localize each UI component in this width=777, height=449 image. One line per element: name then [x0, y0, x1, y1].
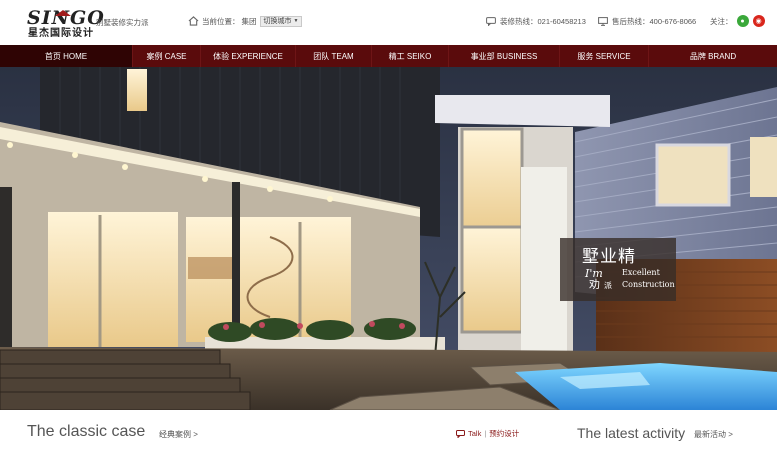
- latest-activity-more-link[interactable]: 最新活动 >: [694, 429, 733, 440]
- hero-banner[interactable]: 墅业精 I'm 劝 派 Excellent Construction: [0, 67, 777, 410]
- latest-activity-title: The latest activity: [577, 425, 686, 441]
- badge-title: 墅业精: [582, 247, 636, 267]
- follow-links: 关注： ● ◉: [710, 15, 765, 27]
- badge-pai: 派: [604, 281, 612, 290]
- location-breadcrumb: 当前位置： 集团 切换城市 ▼: [188, 14, 303, 28]
- home-icon: [188, 16, 199, 26]
- follow-label: 关注：: [710, 16, 733, 26]
- badge-english-line2: Construction: [622, 280, 675, 289]
- weibo-icon[interactable]: ◉: [752, 15, 765, 27]
- nav-item-team[interactable]: 团队 TEAM: [296, 45, 372, 67]
- logo[interactable]: SINGO 星杰国际设计: [27, 9, 104, 40]
- nav-item-brand[interactable]: 品牌 BRAND: [649, 45, 777, 67]
- logo-chinese-name: 星杰国际设计: [28, 28, 94, 39]
- talk-link[interactable]: Talk: [468, 429, 481, 438]
- chat-bubble-icon: [486, 16, 496, 26]
- nav-item-label: 事业部 BUSINESS: [470, 51, 538, 61]
- logo-roof-icon: [55, 10, 71, 16]
- classic-case-title: The classic case: [27, 423, 146, 440]
- nav-item-business[interactable]: 事业部 BUSINESS: [449, 45, 560, 67]
- city-switch-label: 切换城市: [263, 18, 292, 25]
- badge-mark-bottom: 劝: [589, 278, 600, 291]
- nav-item-case[interactable]: 案例 CASE: [133, 45, 201, 67]
- caret-down-icon: ▼: [293, 18, 299, 24]
- nav-item-label: 体验 EXPERIENCE: [213, 51, 283, 61]
- main-nav: 首页 HOME 案例 CASE 体验 EXPERIENCE 团队 TEAM 精工…: [0, 45, 777, 67]
- talk-separator: |: [484, 429, 487, 438]
- nav-item-label: 团队 TEAM: [313, 51, 354, 61]
- badge-english-line1: Excellent: [622, 268, 660, 277]
- nav-item-home[interactable]: 首页 HOME: [0, 45, 133, 67]
- decoration-hotline: 装修热线：021-60458213: [486, 15, 586, 27]
- wechat-icon[interactable]: ●: [736, 15, 749, 27]
- location-value: 集团: [241, 16, 257, 26]
- nav-item-label: 精工 SEIKO: [388, 51, 432, 61]
- nav-item-service[interactable]: 服务 SERVICE: [560, 45, 649, 67]
- aftersales-hotline-text: 售后热线：400-676-8066: [612, 16, 697, 26]
- talk-appointment: Talk | 预约设计: [456, 428, 519, 439]
- nav-item-seiko[interactable]: 精工 SEIKO: [372, 45, 449, 67]
- nav-item-label: 品牌 BRAND: [689, 51, 737, 61]
- aftersales-hotline: 售后热线：400-676-8066: [598, 15, 696, 27]
- nav-item-label: 服务 SERVICE: [577, 51, 631, 61]
- appointment-link[interactable]: 预约设计: [489, 428, 519, 439]
- decoration-hotline-text: 装修热线：021-60458213: [500, 16, 586, 26]
- section-headers: The classic case 经典案例 > Talk | 预约设计 The …: [0, 410, 777, 449]
- nav-item-label: 首页 HOME: [44, 51, 88, 61]
- talk-icon: [456, 429, 465, 438]
- monitor-icon: [598, 16, 608, 26]
- hero-badge: 墅业精 I'm 劝 派 Excellent Construction: [560, 238, 676, 301]
- nav-item-label: 案例 CASE: [146, 51, 187, 61]
- header: SINGO 星杰国际设计 别墅装修实力派 当前位置： 集团 切换城市 ▼ 装修热…: [0, 0, 777, 45]
- city-switch-select[interactable]: 切换城市 ▼: [259, 15, 303, 27]
- nav-item-experience[interactable]: 体验 EXPERIENCE: [201, 45, 296, 67]
- brand-slogan: 别墅装修实力派: [96, 18, 149, 27]
- classic-case-more-link[interactable]: 经典案例 >: [159, 429, 198, 440]
- location-label: 当前位置：: [202, 16, 240, 26]
